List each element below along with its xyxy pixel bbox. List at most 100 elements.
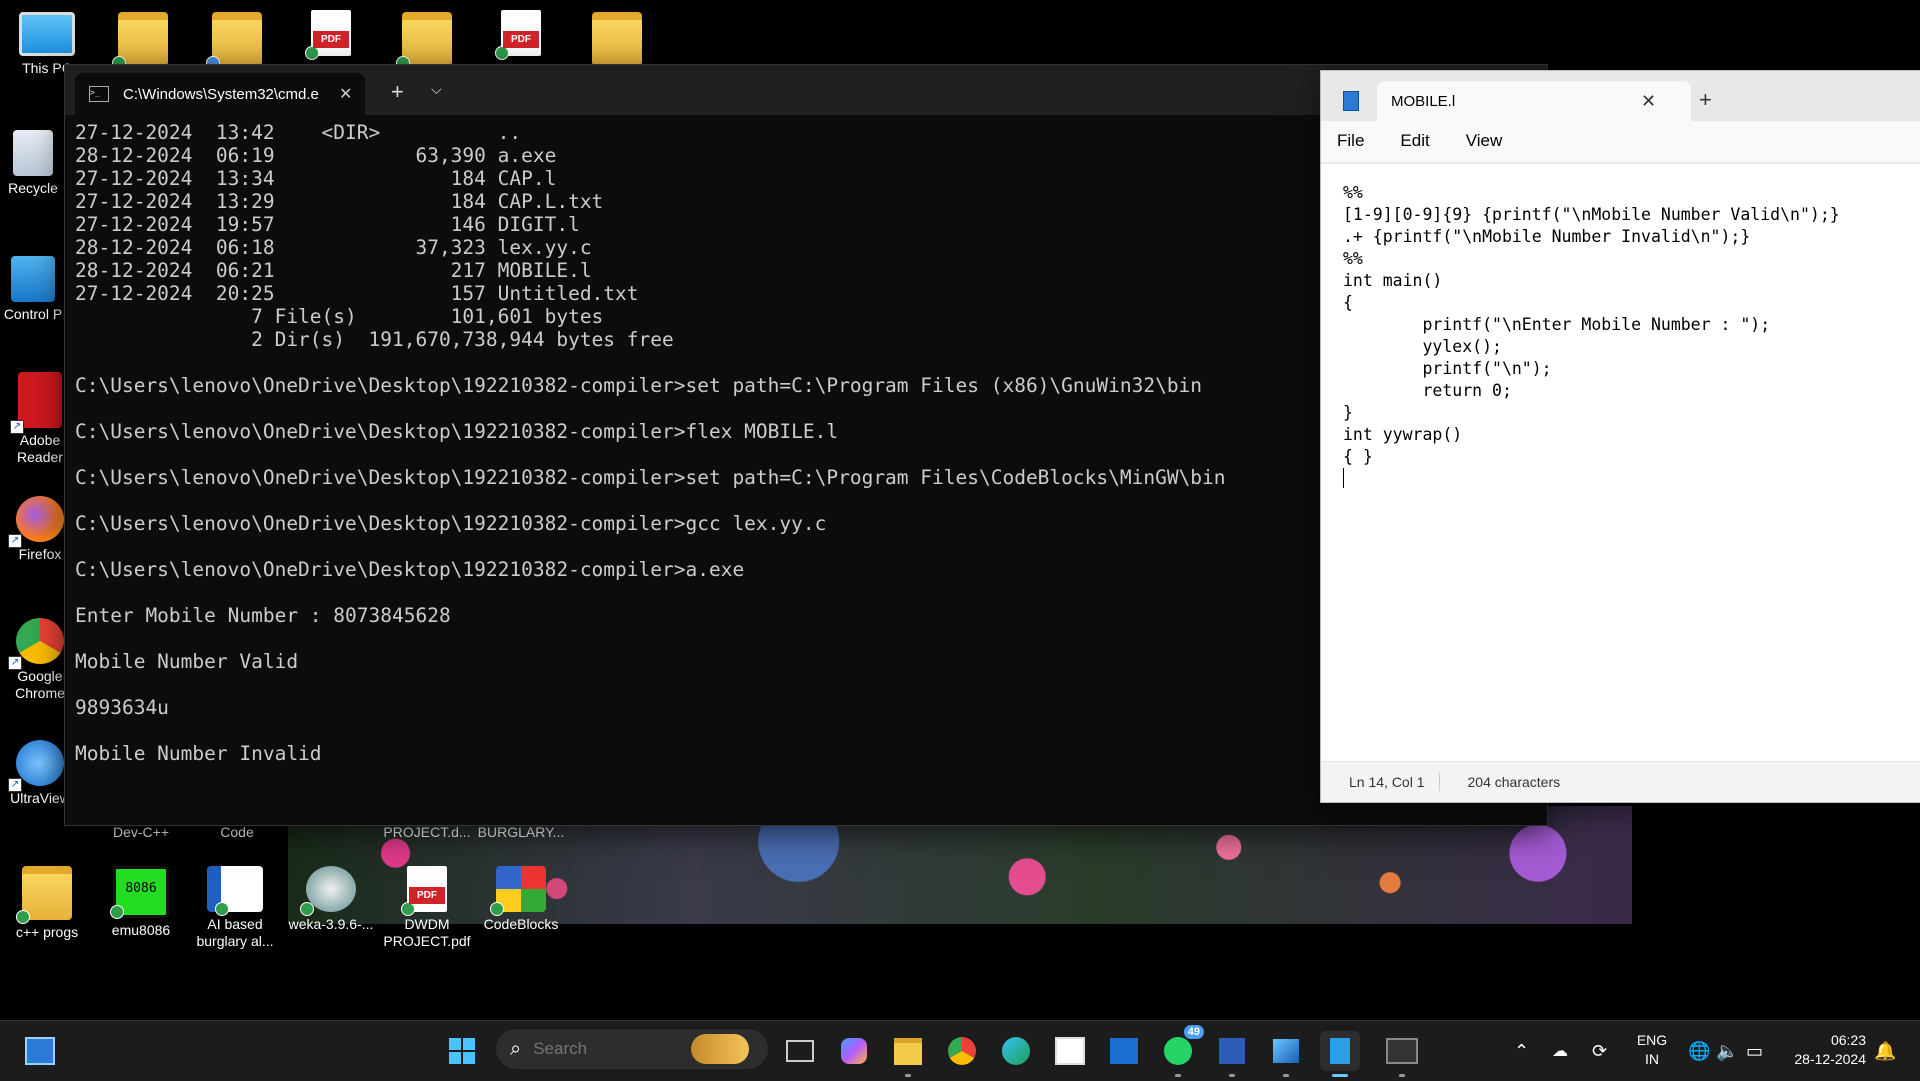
terminal-button[interactable]	[1382, 1031, 1422, 1077]
pdf-icon	[305, 10, 351, 60]
outlook-button[interactable]	[1104, 1031, 1144, 1071]
desktop-icon-folder[interactable]	[192, 12, 282, 70]
close-icon[interactable]: ✕	[1641, 91, 1656, 112]
word-button[interactable]	[1212, 1031, 1252, 1077]
start-button[interactable]	[442, 1031, 482, 1071]
desktop-icon-ai-burglary-doc[interactable]: AI based burglary al...	[190, 866, 280, 950]
search-highlight-icon	[691, 1034, 750, 1064]
cursor-position: Ln 14, Col 1	[1349, 774, 1425, 790]
code-line: { }	[1343, 447, 1373, 466]
notepad-icon	[1343, 91, 1359, 111]
desktop-icon-label: Control P	[3, 306, 63, 322]
chrome-button[interactable]	[942, 1031, 982, 1071]
edge-button[interactable]	[996, 1031, 1036, 1071]
onedrive-icon[interactable]: ☁	[1552, 1021, 1568, 1081]
terminal-line: C:\Users\lenovo\OneDrive\Desktop\1922103…	[75, 420, 839, 443]
firefox-icon: ↗	[8, 496, 64, 548]
weka-icon	[300, 866, 356, 916]
code-line: .+ {printf("\nMobile Number Invalid\n");…	[1343, 227, 1751, 246]
close-icon[interactable]: ✕	[339, 84, 352, 104]
desktop-icon-cpp-progs[interactable]: c++ progs	[2, 866, 92, 941]
terminal-line: 27-12-2024 19:57 146 DIGIT.l	[75, 213, 580, 236]
task-view-button[interactable]	[780, 1031, 820, 1071]
clock[interactable]: 06:23 28-12-2024	[1776, 1031, 1866, 1069]
word-icon	[1219, 1038, 1245, 1064]
terminal-line: C:\Users\lenovo\OneDrive\Desktop\1922103…	[75, 374, 1203, 397]
desktop-icon-dwdm-pdf[interactable]: DWDM PROJECT.pdf	[382, 866, 472, 950]
menu-edit[interactable]: Edit	[1400, 131, 1429, 151]
new-tab-button[interactable]: +	[1699, 87, 1712, 113]
desktop-icon-label[interactable]: BURGLARY...	[476, 824, 566, 841]
desktop-icon-control-panel[interactable]: Control P	[0, 256, 66, 323]
terminal-tab[interactable]: >_ C:\Windows\System32\cmd.e ✕	[75, 73, 365, 115]
desktop-icon-pdf[interactable]	[476, 10, 566, 60]
taskbar-search[interactable]: ⌕	[496, 1029, 768, 1069]
desktop-icon-label: weka-3.9.6-...	[288, 916, 374, 932]
notification-badge: 49	[1183, 1025, 1204, 1039]
folder-icon	[396, 12, 452, 70]
desktop-icon-label: AI based burglary al...	[196, 916, 274, 949]
taskbar: ⌕ 49 ⌃ ☁ ⟳ ENG IN 🌐 🔈 ▭ 06:23 28-12-2024…	[0, 1020, 1920, 1081]
microsoft-store-icon	[1055, 1037, 1085, 1065]
terminal-line: 28-12-2024 06:21 217 MOBILE.l	[75, 259, 592, 282]
sync-icon[interactable]: ⟳	[1592, 1021, 1607, 1081]
photos-button[interactable]	[1266, 1031, 1306, 1077]
language-indicator[interactable]: ENG IN	[1636, 1031, 1668, 1069]
code-line: printf("\nEnter Mobile Number : ");	[1343, 315, 1771, 334]
notepad-window[interactable]: MOBILE.l ✕ + File Edit View %% [1-9][0-9]…	[1320, 70, 1920, 803]
desktop-icon-folder[interactable]	[98, 12, 188, 70]
photos-icon	[1273, 1039, 1299, 1063]
chevron-down-icon[interactable]: ⌵	[431, 81, 442, 98]
desktop-icon-label[interactable]: Dev-C++	[96, 824, 186, 841]
copilot-icon	[841, 1038, 867, 1064]
notification-bell-icon[interactable]: 🔔	[1874, 1021, 1896, 1081]
battery-icon[interactable]: ▭	[1746, 1021, 1763, 1081]
store-button[interactable]	[1050, 1031, 1090, 1071]
terminal-line: C:\Users\lenovo\OneDrive\Desktop\1922103…	[75, 558, 745, 581]
text-caret	[1343, 468, 1344, 488]
desktop-icon-folder[interactable]	[572, 12, 662, 70]
desktop-icon-codeblocks[interactable]: CodeBlocks	[476, 866, 566, 933]
terminal-tab-title: C:\Windows\System32\cmd.e	[123, 85, 319, 103]
notepad-tab-bar: MOBILE.l ✕ +	[1321, 71, 1920, 121]
new-tab-button[interactable]: +	[391, 79, 404, 105]
file-explorer-button[interactable]	[888, 1031, 928, 1077]
search-input[interactable]	[531, 1038, 686, 1060]
menu-file[interactable]: File	[1337, 131, 1364, 151]
chevron-up-icon[interactable]: ⌃	[1514, 1021, 1529, 1081]
notepad-tab[interactable]: MOBILE.l ✕	[1377, 81, 1691, 121]
menu-view[interactable]: View	[1466, 131, 1503, 151]
monitor-icon	[19, 12, 75, 56]
code-line: int main()	[1343, 271, 1443, 290]
desktop-icon-folder[interactable]	[382, 12, 472, 70]
desktop-icon-label[interactable]: Code	[192, 824, 282, 841]
whatsapp-button[interactable]: 49	[1158, 1025, 1204, 1077]
terminal-line: 27-12-2024 13:29 184 CAP.L.txt	[75, 190, 604, 213]
cmd-icon: >_	[89, 86, 109, 102]
desktop-icon-pdf[interactable]	[286, 10, 376, 60]
notepad-button[interactable]	[1320, 1031, 1360, 1077]
network-icon[interactable]: 🌐	[1688, 1021, 1710, 1081]
desktop-icon-label: DWDM PROJECT.pdf	[383, 916, 471, 949]
adobe-reader-icon: ↗	[10, 372, 62, 434]
desktop-icon-label[interactable]: PROJECT.d...	[382, 824, 472, 841]
desktop-icon-label: Recycle	[8, 180, 58, 196]
terminal-output[interactable]: 27-12-2024 13:42 <DIR> .. 28-12-2024 06:1…	[75, 121, 1537, 825]
widgets-button[interactable]	[20, 1031, 60, 1071]
date: 28-12-2024	[1794, 1051, 1866, 1067]
codeblocks-icon	[490, 866, 546, 916]
desktop-icon-recycle-bin[interactable]: Recycle	[0, 130, 66, 197]
control-panel-icon	[11, 256, 55, 302]
terminal-line: Mobile Number Valid	[75, 650, 299, 673]
desktop-icon-emu8086[interactable]: 8086 emu8086	[96, 866, 186, 939]
code-line	[1343, 468, 1920, 490]
volume-icon[interactable]: 🔈	[1716, 1021, 1738, 1081]
notepad-editor[interactable]: %% [1-9][0-9]{9} {printf("\nMobile Number…	[1321, 163, 1920, 762]
desktop-icon-weka[interactable]: weka-3.9.6-...	[286, 866, 376, 933]
copilot-button[interactable]	[834, 1031, 874, 1071]
emu8086-icon: 8086	[110, 866, 169, 919]
